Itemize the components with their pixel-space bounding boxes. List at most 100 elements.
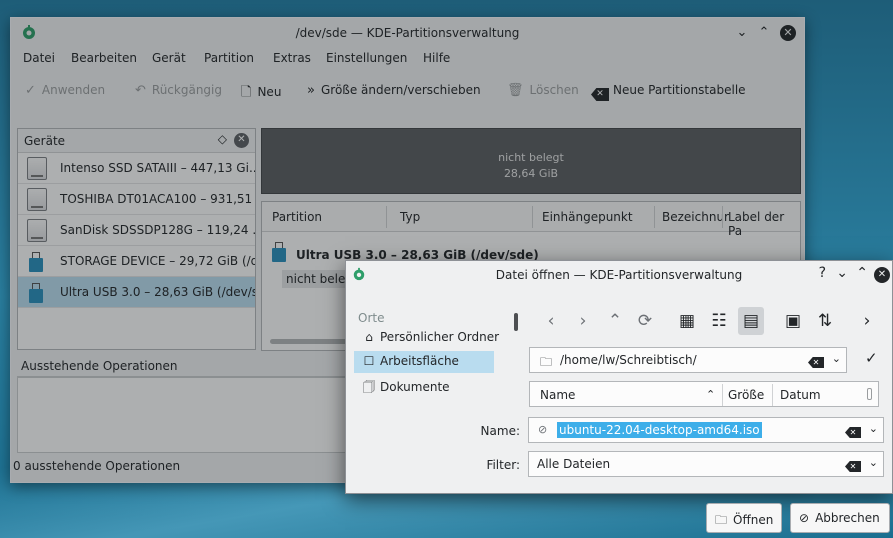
menu-datei[interactable]: Datei [23,51,55,65]
chevron-down-icon[interactable]: ⌄ [869,456,878,469]
place-documents[interactable]: 🗍 Dokumente [354,375,494,397]
checkmark-icon: ✓ [25,83,36,98]
cancel-icon: ⊘ [799,511,810,525]
places-header: Orte [358,311,385,325]
minimize-chevron-icon[interactable]: ⌄ [836,265,848,281]
clear-icon[interactable]: ✕ [845,424,861,438]
folder-icon: 🗀 [540,355,553,369]
confirm-path-checkmark-icon[interactable]: ✓ [865,349,878,367]
folder-open-icon: 🗀 [715,513,728,527]
column-label[interactable]: Bezeichnur [662,210,729,224]
clear-icon[interactable]: ✕ [808,354,824,368]
dialog-title: Datei öffnen — KDE-Partitionsverwaltung [495,268,743,282]
close-panel-icon[interactable]: ✕ [234,133,249,148]
close-window-icon[interactable]: ✕ [780,25,796,41]
devices-panel-header: Geräte ◇ ✕ [18,129,255,153]
dialog-titlebar[interactable]: Datei öffnen — KDE-Partitionsverwaltung … [346,261,892,289]
chevron-down-icon[interactable]: ⌄ [869,422,878,435]
back-icon[interactable]: ‹ [538,307,564,335]
column-size[interactable]: Größe [728,388,764,402]
menu-hilfe[interactable]: Hilfe [423,51,450,65]
new-partition-table-button[interactable]: ✕ Neue Partitionstabelle [591,83,746,101]
forward-icon[interactable]: › [570,307,596,335]
filter-label: Filter: [486,458,520,472]
sort-icon[interactable]: ⇅ [812,307,838,335]
minimize-chevron-icon[interactable]: ⌄ [732,23,752,43]
float-panel-icon[interactable]: ◇ [218,132,227,146]
vertical-scrollbar[interactable] [867,388,872,400]
icon-view-icon[interactable]: ▦ [674,307,700,335]
help-icon[interactable]: ? [819,265,826,281]
detail-tree-view-icon[interactable]: ▤ [738,307,764,335]
partition-graphic[interactable]: nicht belegt 28,64 GiB [261,128,801,194]
close-dialog-icon[interactable]: ✕ [874,267,890,283]
hard-disk-icon [27,188,47,211]
hard-disk-icon [27,219,47,242]
delete-button[interactable]: 🗑 Löschen [507,83,579,98]
documents-icon: 🗍 [363,380,375,394]
chevron-down-icon[interactable]: ⌄ [832,352,841,365]
open-button[interactable]: 🗀 Öffnen [706,503,783,533]
horizontal-scrollbar[interactable] [270,339,350,344]
filter-value: Alle Dateien [537,457,611,471]
clear-icon[interactable]: ✕ [845,458,861,472]
path-location-bar[interactable]: 🗀 /home/lw/Schreibtisch/ ✕ ⌄ [529,347,847,373]
menu-partition[interactable]: Partition [204,51,254,65]
usb-drive-icon [272,242,286,262]
usb-drive-icon [29,252,43,272]
filename-value: ubuntu-22.04-desktop-amd64.iso [557,422,762,438]
menubar: Datei Bearbeiten Gerät Partition Extras … [11,48,804,70]
column-partition[interactable]: Partition [272,210,322,224]
device-item[interactable]: STORAGE DEVICE – 29,72 GiB (/d... [18,246,255,277]
devices-panel-title: Geräte [24,134,66,148]
unallocated-size: 28,64 GiB [503,167,559,180]
column-mountpoint[interactable]: Einhängepunkt [542,210,633,224]
clear-icon: ✕ [591,88,609,101]
places-panel: Orte ⌂ Persönlicher Ordner ☐ Arbeitsfläche… [346,305,506,425]
partition-table-header: Partition Typ Einhängepunkt Bezeichnur L… [262,202,800,238]
maximize-chevron-icon[interactable]: ⌃ [856,265,868,281]
device-item[interactable]: Intenso SSD SATAIII – 447,13 Gi... [18,153,255,184]
place-desktop[interactable]: ☐ Arbeitsfläche [354,351,494,373]
reload-icon[interactable]: ⟳ [632,307,658,335]
trash-icon: 🗑 [507,83,524,98]
menu-bearbeiten[interactable]: Bearbeiten [71,51,137,65]
device-item[interactable]: TOSHIBA DT01ACA100 – 931,51 ... [18,184,255,215]
places-splitter-handle[interactable] [514,313,518,331]
devices-panel: Geräte ◇ ✕ Intenso SSD SATAIII – 447,13 … [17,128,256,350]
path-value: /home/lw/Schreibtisch/ [560,353,697,367]
usb-drive-icon [29,283,43,303]
new-partition-button[interactable]: 🗋 Neu [241,83,281,105]
status-bar: 0 ausstehende Operationen [13,459,181,473]
main-toolbar: ✓ Anwenden ↶ Rückgängig 🗋 Neu » Größe ändern… [11,75,804,109]
column-type[interactable]: Typ [400,210,420,224]
column-date[interactable]: Datum [780,388,821,402]
cancel-button[interactable]: ⊘ Abbrechen [790,503,890,533]
file-list-header: Name ⌃ Größe Datum [529,381,879,407]
filename-input[interactable]: ⊘ ubuntu-22.04-desktop-amd64.iso ✕ ⌄ [528,417,884,443]
more-options-chevron-icon[interactable]: › [854,307,880,335]
clear-history-icon: ⊘ [538,423,548,436]
filter-combobox[interactable]: Alle Dateien ✕ ⌄ [528,451,884,477]
compact-view-icon[interactable]: ☷ [706,307,732,335]
home-icon: ⌂ [365,330,373,344]
device-item-selected[interactable]: Ultra USB 3.0 – 28,63 GiB (/dev/s... [18,277,255,308]
menu-extras[interactable]: Extras [273,51,311,65]
place-home[interactable]: ⌂ Persönlicher Ordner [354,327,499,349]
undo-button[interactable]: ↶ Rückgängig [135,83,222,98]
resize-move-button[interactable]: » Größe ändern/verschieben [307,83,481,98]
sort-ascending-icon: ⌃ [706,388,716,401]
preview-icon[interactable]: ▣ [780,307,806,335]
apply-button[interactable]: ✓ Anwenden [25,83,105,98]
menu-geraet[interactable]: Gerät [152,51,186,65]
new-document-icon: 🗋 [241,85,252,100]
column-name[interactable]: Name [540,388,575,402]
table-row[interactable]: Ultra USB 3.0 – 28,63 GiB (/dev/sde) [272,239,539,262]
file-open-dialog: Datei öffnen — KDE-Partitionsverwaltung … [345,260,893,494]
main-titlebar[interactable]: /dev/sde — KDE-Partitionsverwaltung ⌄ ⌃ … [11,18,804,48]
menu-einstellungen[interactable]: Einstellungen [326,51,407,65]
maximize-chevron-icon[interactable]: ⌃ [754,23,774,43]
column-partition-label[interactable]: Label der Pa [728,210,800,238]
parent-folder-icon[interactable]: ⌃ [602,307,628,335]
device-item[interactable]: SanDisk SDSSDP128G – 119,24 ... [18,215,255,246]
